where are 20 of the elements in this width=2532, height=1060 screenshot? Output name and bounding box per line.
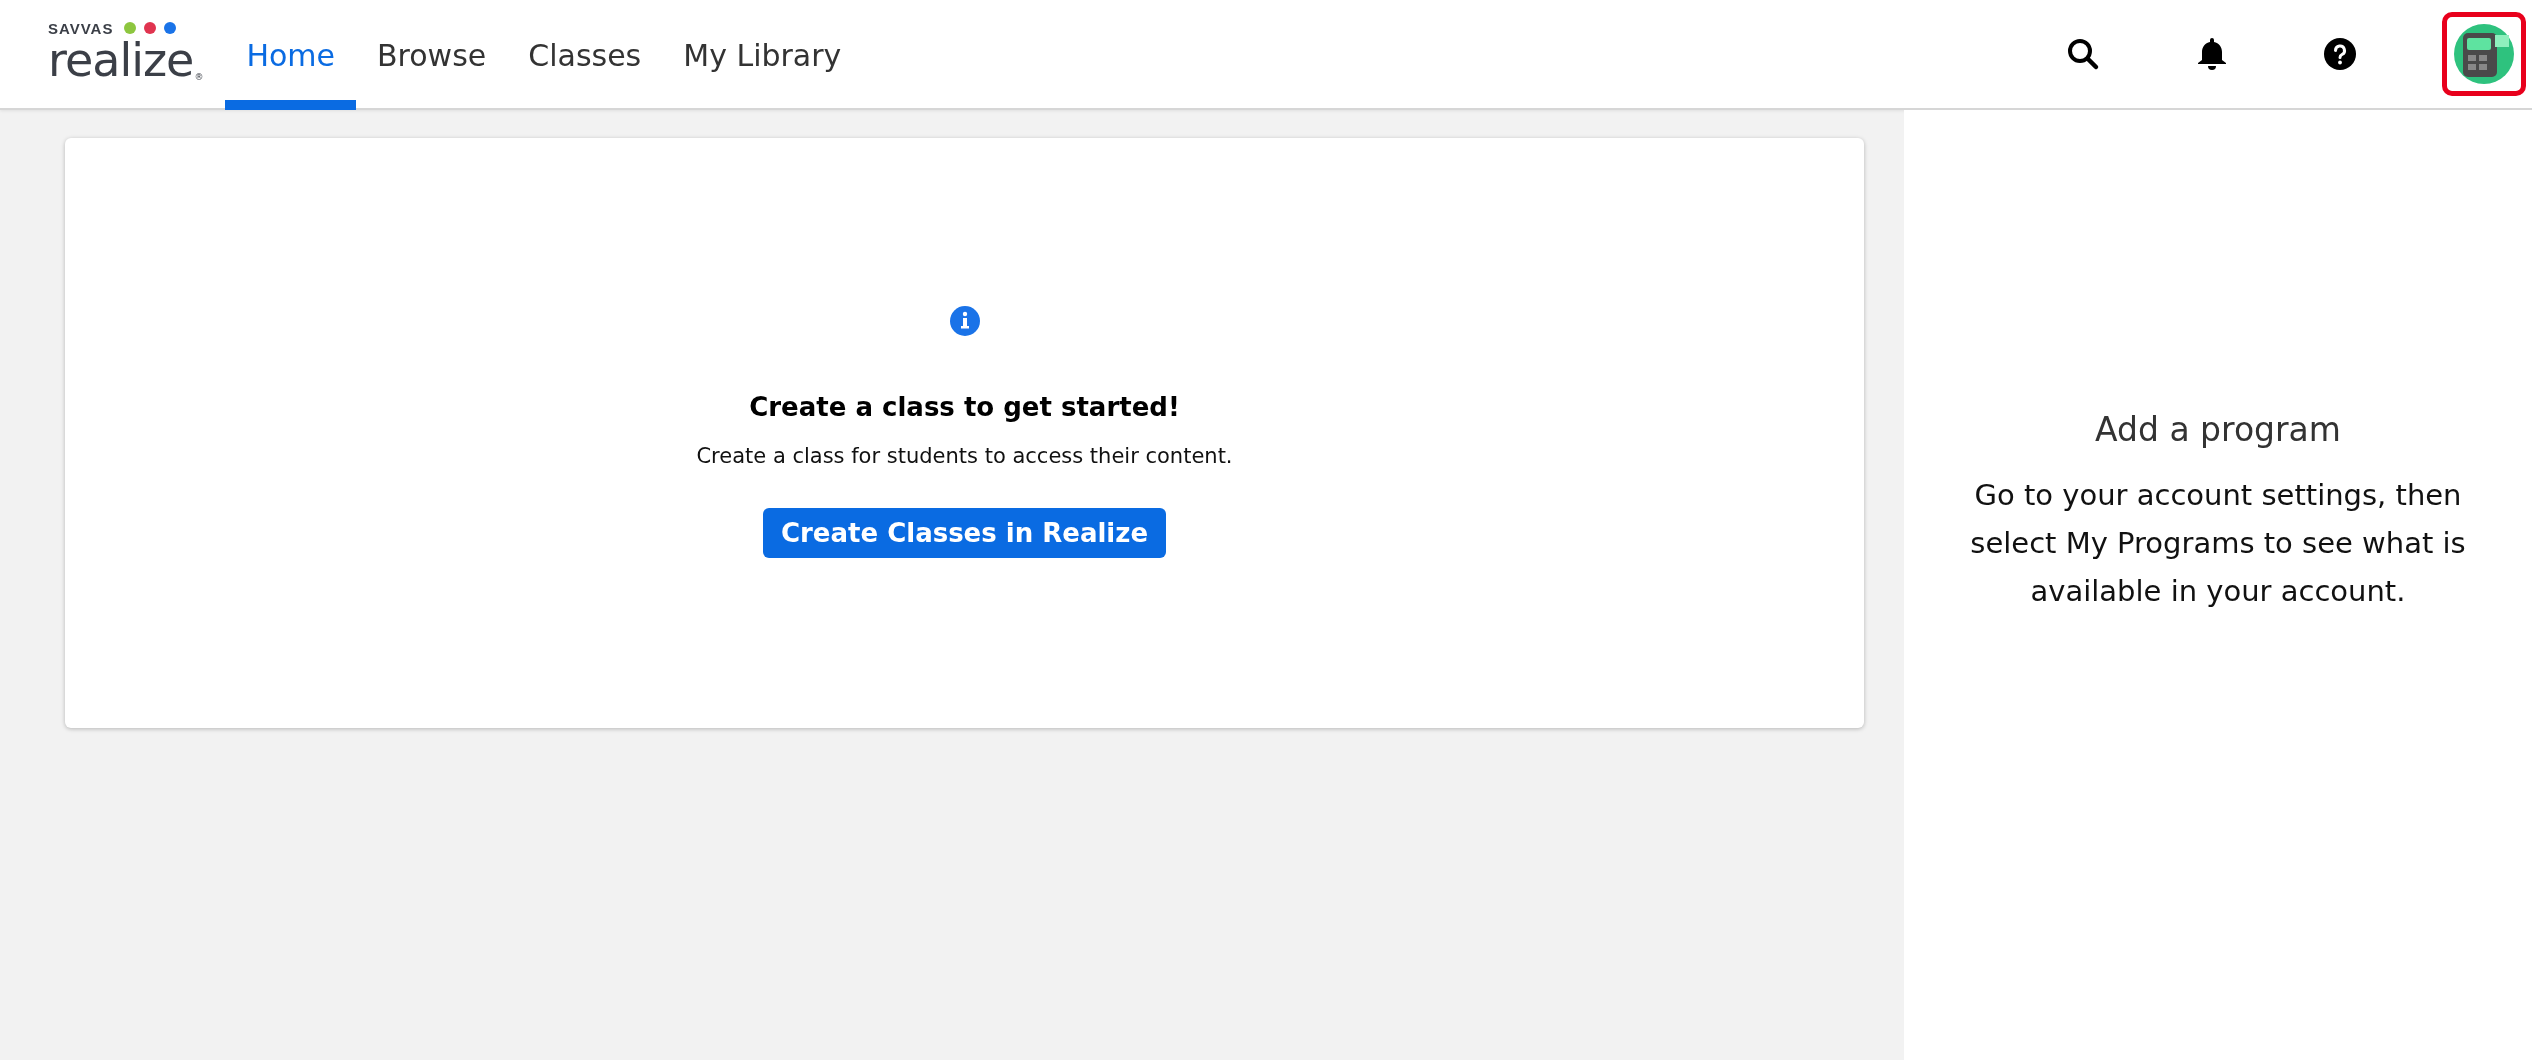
info-icon <box>949 306 980 336</box>
nav-tab[interactable]: Classes <box>507 0 663 110</box>
logo[interactable]: SAVVAS realize® <box>48 18 204 82</box>
side-panel-message: Go to your account settings, then select My Programs to see what is available in your account. <box>1969 477 2467 610</box>
empty-state-message: Create a class for students to access their content. <box>696 444 1233 468</box>
help-icon[interactable] <box>2324 38 2356 70</box>
registered-mark: ® <box>194 72 204 82</box>
logo-wordmark: realize <box>48 38 194 82</box>
side-panel-title: Add a program <box>2095 410 2341 449</box>
search-icon[interactable] <box>2066 37 2100 71</box>
notifications-icon[interactable] <box>2196 37 2228 71</box>
nav-tab[interactable]: Home <box>225 0 356 110</box>
logo-brand: SAVVAS <box>48 19 114 37</box>
nav-tab[interactable]: Browse <box>356 0 508 110</box>
calculator-avatar-icon <box>2453 23 2515 85</box>
empty-state-title: Create a class to get started! <box>749 392 1180 422</box>
avatar-button[interactable] <box>2442 12 2526 96</box>
create-classes-button[interactable]: Create Classes in Realize <box>762 508 1167 558</box>
nav-tab[interactable]: My Library <box>662 0 863 110</box>
dots-icon <box>123 21 178 35</box>
